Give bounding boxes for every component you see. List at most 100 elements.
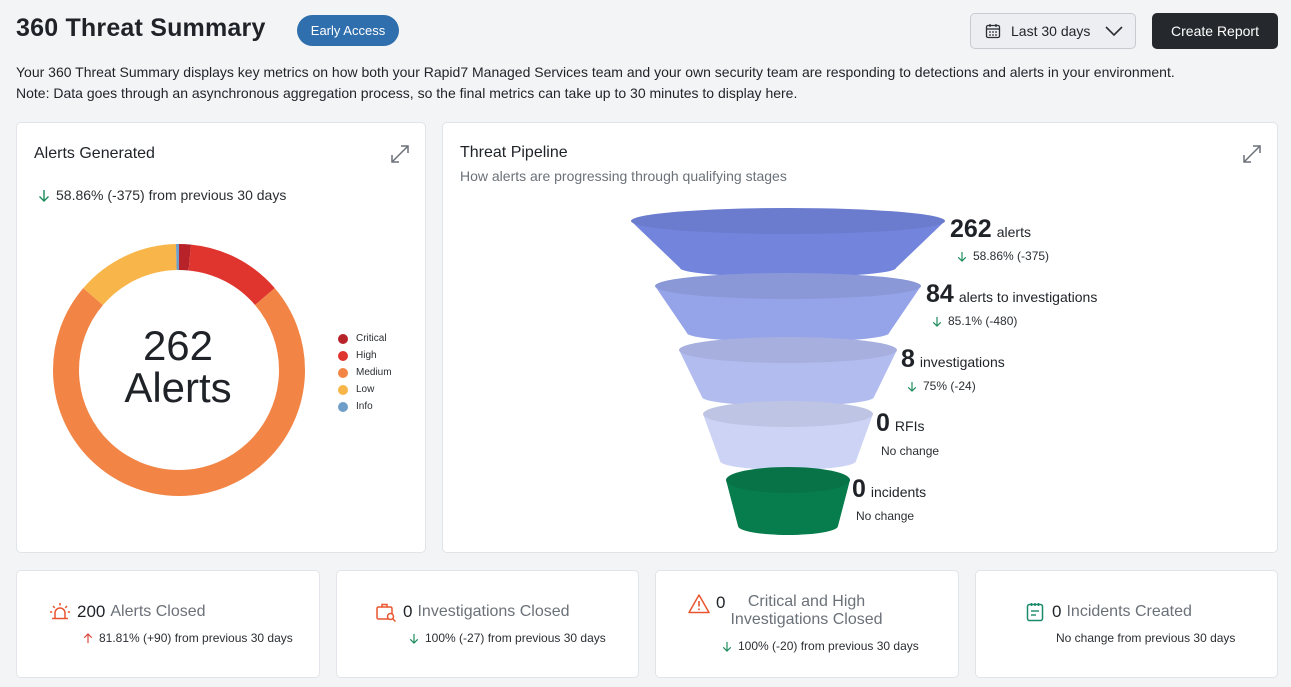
legend-label: Low (356, 384, 375, 395)
funnel-stage-top-1 (655, 273, 921, 299)
stat-label: Investigations Closed (417, 603, 570, 620)
stage-value: 0 (852, 475, 866, 503)
stat-main: 0 Incidents Created (1024, 601, 1192, 623)
briefcase-search-icon (376, 603, 397, 623)
stat-label-line-2: Investigations Closed (730, 611, 883, 628)
legend-item-medium[interactable]: Medium (338, 364, 392, 381)
arrow-down-icon (907, 381, 917, 392)
stage-label: 0 incidents (852, 475, 926, 504)
stat-card-incidents-created: 0 Incidents Created No change from previ… (975, 570, 1278, 678)
stage-delta-text: 58.86% (-375) (973, 249, 1050, 263)
create-report-button[interactable]: Create Report (1152, 13, 1278, 49)
stage-label: 84 alerts to investigations (926, 280, 1097, 309)
stat-delta: 81.81% (+90) from previous 30 days (83, 631, 293, 645)
legend-swatch (338, 350, 348, 361)
stage-delta-text: 85.1% (-480) (948, 314, 1018, 328)
description-line-2: Note: Data goes through an asynchronous … (16, 85, 798, 101)
donut-center-value: 262 (142, 322, 214, 369)
stage-value: 0 (876, 409, 890, 437)
legend-item-low[interactable]: Low (338, 381, 392, 398)
stage-delta-text: No change (881, 444, 940, 458)
donut-center-label: Alerts (124, 364, 232, 411)
page-title: 360 Threat Summary (16, 14, 266, 42)
arrow-up-icon (83, 632, 93, 643)
stage-delta: 85.1% (-480) (932, 314, 1017, 328)
stage-name: RFIs (894, 418, 925, 434)
stage-delta-text: 75% (-24) (923, 379, 976, 393)
stat-main: 0 Critical and High Investigations Close… (688, 593, 883, 629)
legend-swatch (338, 333, 348, 344)
stage-value: 8 (901, 345, 915, 373)
arrow-down-icon (957, 251, 967, 262)
stat-value: 0 (716, 593, 726, 612)
stage-label: 8 investigations (901, 345, 1005, 374)
stat-card-critical-high-closed: 0 Critical and High Investigations Close… (655, 570, 959, 678)
donut-slice-high[interactable] (188, 244, 275, 306)
stage-delta: 75% (-24) (907, 379, 976, 393)
funnel-stage-top-4 (726, 467, 850, 493)
legend-swatch (338, 401, 348, 412)
stage-delta-text: No change (856, 509, 915, 523)
chart-legend: Critical High Medium Low Info (338, 330, 392, 415)
alerts-generated-card: Alerts Generated 58.86% (-375) from prev… (16, 122, 426, 553)
notepad-icon (1026, 603, 1044, 622)
funnel-stage-top-0 (631, 208, 945, 234)
stat-value: 200 (77, 602, 106, 621)
funnel-stage-top-3 (703, 401, 873, 427)
stage-name: alerts to investigations (958, 289, 1098, 305)
legend-label: Medium (356, 367, 392, 378)
date-range-dropdown[interactable]: Last 30 days (970, 13, 1136, 49)
legend-label: Critical (356, 333, 387, 344)
donut-slice-critical[interactable] (178, 244, 192, 271)
stage-value: 262 (950, 215, 992, 243)
stat-main: 200 Alerts Closed (49, 601, 206, 623)
early-access-badge: Early Access (297, 15, 399, 46)
stat-label: Alerts Closed (110, 603, 206, 620)
stat-delta: 100% (-20) from previous 30 days (722, 639, 919, 653)
legend-swatch (338, 384, 348, 395)
threat-pipeline-card: Threat Pipeline How alerts are progressi… (442, 122, 1278, 553)
stat-label: Incidents Created (1066, 603, 1192, 620)
calendar-icon (985, 24, 1001, 39)
arrow-down-icon (409, 633, 419, 644)
stat-main: 0 Investigations Closed (375, 601, 570, 623)
stat-delta-text: No change from previous 30 days (1056, 631, 1236, 645)
stat-value: 0 (1052, 602, 1062, 621)
arrow-down-icon (932, 316, 942, 327)
description-line-1: Your 360 Threat Summary displays key met… (16, 64, 1175, 80)
stage-label: 262 alerts (950, 215, 1031, 244)
stage-delta: 58.86% (-375) (957, 249, 1049, 263)
arrow-down-icon (722, 641, 732, 652)
stage-delta: No change (881, 444, 939, 458)
stat-label-line-1: Critical and High (747, 593, 866, 610)
stat-delta-text: 100% (-20) from previous 30 days (738, 639, 919, 653)
legend-item-critical[interactable]: Critical (338, 330, 392, 347)
chevron-down-icon (1105, 26, 1123, 37)
legend-swatch (338, 367, 348, 378)
stat-value: 0 (403, 602, 413, 621)
legend-label: High (356, 350, 377, 361)
stage-name: incidents (870, 484, 927, 500)
stage-label: 0 RFIs (876, 409, 924, 438)
stat-delta-text: 100% (-27) from previous 30 days (425, 631, 606, 645)
legend-item-info[interactable]: Info (338, 398, 392, 415)
date-range-label: Last 30 days (1011, 23, 1091, 39)
warning-icon (688, 594, 710, 614)
legend-label: Info (356, 401, 373, 412)
stat-delta: No change from previous 30 days (1056, 631, 1235, 645)
stage-name: investigations (919, 354, 1005, 370)
page-description: Your 360 Threat Summary displays key met… (16, 62, 1276, 104)
stage-name: alerts (996, 224, 1031, 240)
legend-item-high[interactable]: High (338, 347, 392, 364)
stage-delta: No change (856, 509, 914, 523)
funnel-stage-top-2 (679, 337, 897, 363)
stat-card-investigations-closed: 0 Investigations Closed 100% (-27) from … (336, 570, 639, 678)
siren-icon (50, 603, 70, 620)
stage-value: 84 (926, 280, 954, 308)
stat-card-alerts-closed: 200 Alerts Closed 81.81% (+90) from prev… (16, 570, 320, 678)
donut-slice-low[interactable] (83, 244, 178, 306)
stat-delta: 100% (-27) from previous 30 days (409, 631, 606, 645)
stat-delta-text: 81.81% (+90) from previous 30 days (99, 631, 293, 645)
donut-center: 262 Alerts (53, 325, 303, 409)
stat-label: Critical and High Investigations Closed (730, 593, 882, 629)
